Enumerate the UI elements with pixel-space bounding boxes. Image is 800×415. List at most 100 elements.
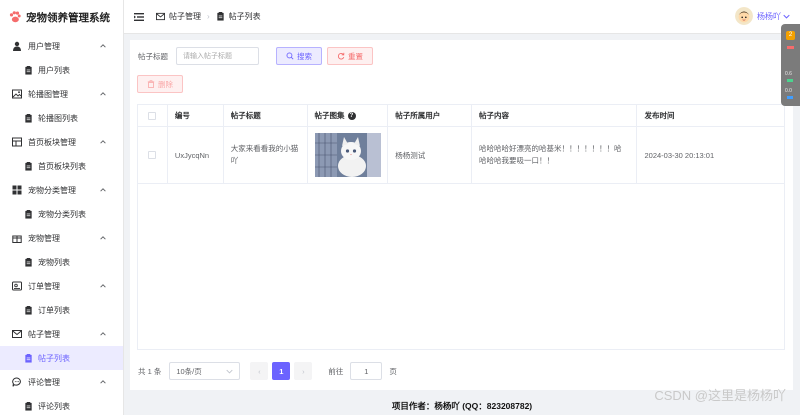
goto-label: 前往	[328, 366, 344, 376]
help-icon[interactable]: ?	[347, 111, 356, 120]
document-icon	[25, 209, 32, 219]
sidebar: 宠物领养管理系统 用户管理 用户列表 轮播图管理 轮播图列表 首页板块管理 首页板块列表宠…	[0, 0, 124, 415]
trash-icon	[147, 80, 155, 88]
floating-toolbar[interactable]: 2 0.6 0.0	[781, 24, 800, 106]
sidebar-item[interactable]: 宠物分类列表	[0, 202, 123, 226]
chevron-up-icon	[100, 284, 106, 288]
hamburger-menu-icon[interactable]	[134, 12, 144, 22]
sidebar-group: 宠物分类管理宠物分类列表	[0, 178, 123, 226]
sidebar-group-label: 订单管理	[28, 281, 60, 291]
breadcrumb-item-parent[interactable]: 帖子管理	[169, 11, 201, 22]
top-header: 帖子管理 › 帖子列表 杨杨吖	[124, 0, 800, 34]
pagination: 共 1 条 10条/页 ‹ 1 › 前往 1 页	[138, 362, 397, 380]
column-header-time: 发布时间	[644, 111, 675, 120]
search-button[interactable]: 搜索	[276, 47, 322, 65]
sidebar-item[interactable]: 轮播图列表	[0, 106, 123, 130]
stat-value-2: 0.0	[785, 88, 792, 94]
chevron-up-icon	[100, 188, 106, 192]
table-row: UxJycqNn 大家来看看我的小猫吖 杨杨测试 哈哈哈哈好漂亮的哈基米！！！！…	[138, 127, 784, 184]
select-all-checkbox[interactable]	[148, 111, 157, 120]
header-select-all	[138, 105, 168, 126]
chevron-up-icon	[100, 236, 106, 240]
app-root: 宠物领养管理系统 用户管理 用户列表 轮播图管理 轮播图列表 首页板块管理 首页板块列表宠…	[0, 0, 800, 415]
column-header-images: 帖子图集 ?	[308, 105, 389, 126]
sidebar-group-label: 宠物分类管理	[28, 185, 76, 195]
sidebar-group-title[interactable]: 订单管理	[0, 274, 123, 298]
search-title-input[interactable]: 请输入帖子标题	[176, 47, 259, 65]
page-size-value: 10条/页	[176, 366, 202, 376]
sidebar-group-title[interactable]: 评论管理	[0, 370, 123, 394]
document-icon	[25, 65, 32, 75]
sidebar-group: 评论管理评论列表	[0, 370, 123, 415]
user-menu[interactable]: 杨杨吖	[735, 7, 790, 25]
column-header-images-label: 帖子图集	[314, 111, 345, 120]
sidebar-group: 轮播图管理轮播图列表	[0, 82, 123, 130]
sidebar-item-label: 宠物列表	[38, 257, 70, 267]
breadcrumb-item-current: 帖子列表	[228, 12, 261, 21]
delete-button[interactable]: 删除	[137, 75, 183, 93]
sidebar-item-label: 用户列表	[38, 65, 70, 75]
sidebar-item[interactable]: 用户列表	[0, 58, 123, 82]
sidebar-group-label: 轮播图管理	[28, 89, 68, 99]
brand: 宠物领养管理系统	[0, 0, 123, 34]
sidebar-item[interactable]: 首页板块列表	[0, 154, 123, 178]
search-button-label: 搜索	[297, 51, 312, 61]
gift-box-icon	[12, 235, 22, 243]
sidebar-item-label: 帖子列表	[38, 353, 70, 363]
status-indicator	[787, 46, 794, 49]
grid-icon	[12, 185, 22, 195]
status-indicator	[787, 79, 793, 82]
search-form: 帖子标题 请输入帖子标题	[138, 47, 259, 65]
delete-button-label: 删除	[158, 79, 173, 89]
sidebar-item[interactable]: 订单列表	[0, 298, 123, 322]
comment-icon	[12, 377, 21, 387]
page-number-button[interactable]: 1	[272, 362, 291, 380]
chevron-up-icon	[100, 332, 106, 336]
page-size-select[interactable]: 10条/页	[169, 362, 241, 380]
search-icon	[286, 52, 294, 60]
sidebar-group-title[interactable]: 宠物管理	[0, 226, 123, 250]
sidebar-group-title[interactable]: 帖子管理	[0, 322, 123, 346]
app-title: 宠物领养管理系统	[26, 11, 110, 24]
breadcrumb-separator: ›	[207, 12, 210, 21]
sidebar-item[interactable]: 评论列表	[0, 394, 123, 415]
blocks-icon	[12, 137, 22, 147]
document-icon	[25, 353, 32, 363]
sidebar-item-label: 订单列表	[38, 305, 70, 315]
badge-count: 2	[786, 31, 795, 40]
avatar	[735, 7, 753, 25]
sidebar-group: 首页板块管理 首页板块列表	[0, 130, 123, 178]
document-icon	[217, 12, 224, 21]
sidebar-item[interactable]: 帖子列表	[0, 346, 123, 370]
document-icon	[25, 113, 32, 123]
watermark: CSDN @这里是杨杨吖	[654, 388, 786, 403]
cell-time: 2024-03-30 20:13:01	[644, 150, 715, 160]
table-header: 编号 帖子标题 帖子图集 ? 帖子所属用户 帖子内容 发布时间	[138, 105, 784, 127]
breadcrumb: 帖子管理 › 帖子列表	[156, 11, 261, 22]
cell-id: UxJycqNn	[168, 127, 224, 183]
user-icon	[13, 41, 21, 51]
sidebar-group-title[interactable]: 首页板块管理	[0, 130, 123, 154]
document-icon	[25, 401, 32, 411]
white-cat-photo[interactable]	[314, 133, 381, 177]
cell-user: 杨杨测试	[388, 127, 472, 183]
document-icon	[25, 161, 32, 171]
row-select-cell	[138, 127, 168, 183]
sidebar-group-label: 评论管理	[28, 377, 60, 387]
sidebar-group: 订单管理订单列表	[0, 274, 123, 322]
goto-page-input[interactable]: 1	[350, 362, 383, 380]
sidebar-group-title[interactable]: 宠物分类管理	[0, 178, 123, 202]
prev-page-button[interactable]: ‹	[250, 362, 269, 380]
sidebar-group-title[interactable]: 用户管理	[0, 34, 123, 58]
status-indicator	[787, 96, 793, 99]
refresh-icon	[337, 52, 345, 60]
document-icon	[25, 257, 32, 267]
row-checkbox[interactable]	[148, 151, 157, 159]
sidebar-item[interactable]: 宠物列表	[0, 250, 123, 274]
cell-content: 哈哈哈哈好漂亮的哈基米！！！！！！！哈哈哈哈我要吸一口！！	[472, 127, 638, 183]
next-page-button[interactable]: ›	[294, 362, 313, 380]
sidebar-group-title[interactable]: 轮播图管理	[0, 82, 123, 106]
reset-button[interactable]: 重置	[327, 47, 373, 65]
sidebar-group: 宠物管理宠物列表	[0, 226, 123, 274]
sidebar-group-label: 用户管理	[28, 41, 60, 51]
